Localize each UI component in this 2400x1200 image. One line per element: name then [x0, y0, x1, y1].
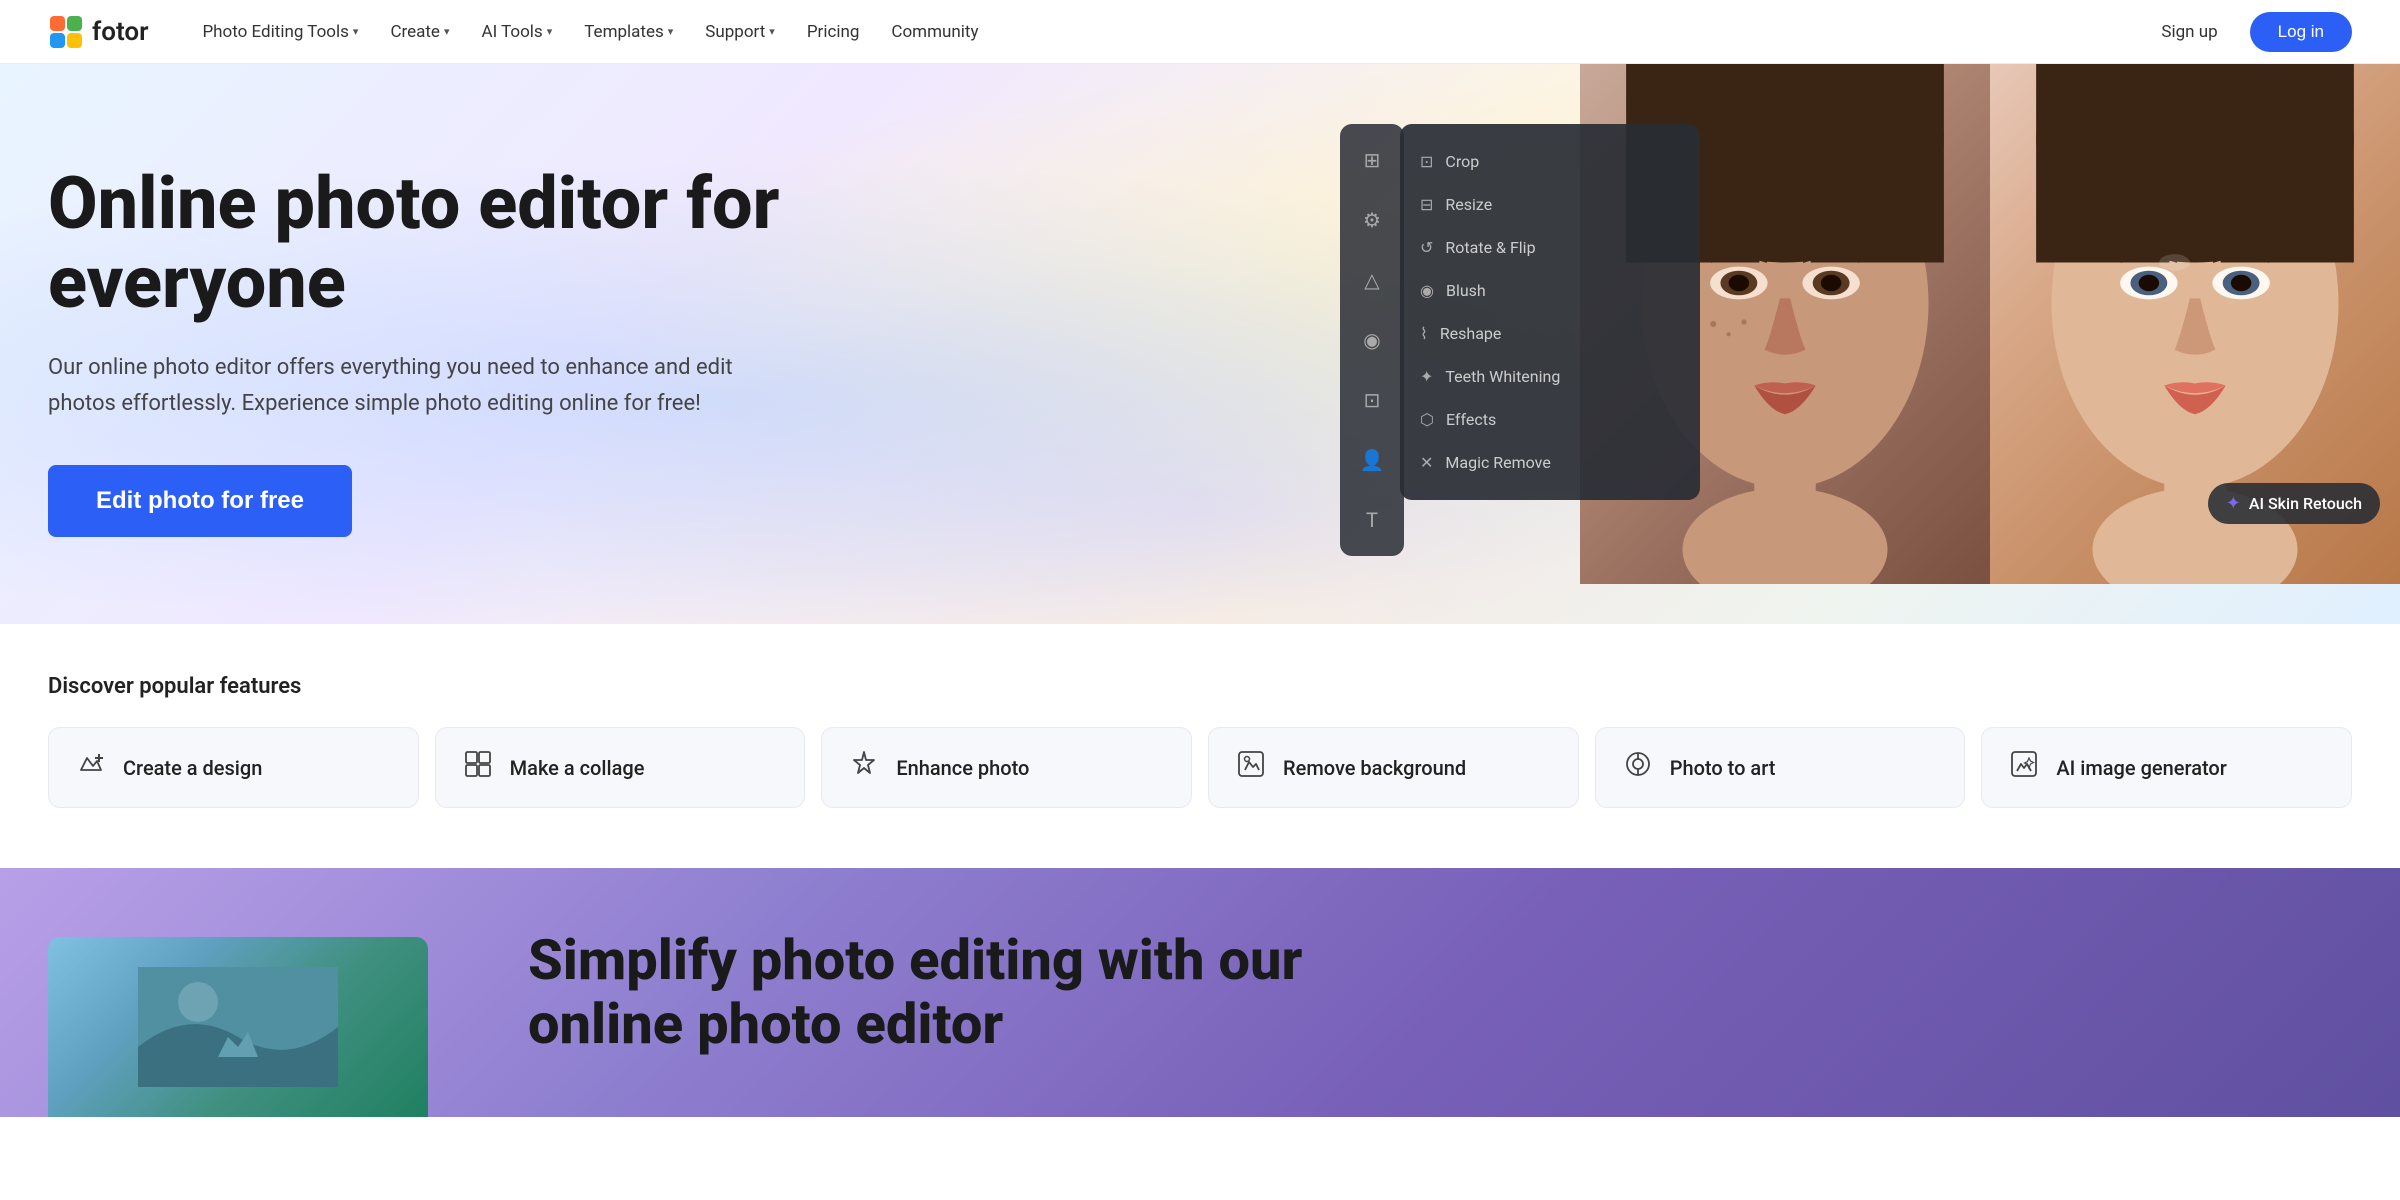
nav-item-photo-editing[interactable]: Photo Editing Tools ▾	[188, 14, 372, 50]
rotate-icon: ↺	[1420, 238, 1433, 257]
hero-editor-preview: ⊞ ⚙ △ ◉ ⊡ 👤 T ⊡ Crop ⊟ Resize ↺ Rotate &…	[1300, 64, 2400, 584]
bottom-image-preview	[48, 937, 428, 1117]
login-button[interactable]: Log in	[2250, 12, 2352, 52]
feature-label-create-design: Create a design	[123, 756, 262, 780]
menu-item-magic-remove[interactable]: ✕ Magic Remove	[1400, 441, 1700, 484]
feature-label-remove-bg: Remove background	[1283, 756, 1466, 780]
menu-item-blush[interactable]: ◉ Blush	[1400, 269, 1700, 312]
feature-card-enhance-photo[interactable]: Enhance photo	[821, 727, 1192, 808]
features-title: Discover popular features	[48, 674, 2352, 699]
feature-card-ai-image-gen[interactable]: AI image generator	[1981, 727, 2352, 808]
hero-content: Online photo editor for everyone Our onl…	[48, 144, 948, 537]
sidebar-grid-icon[interactable]: ⊞	[1352, 140, 1392, 180]
fotor-logo-icon	[48, 14, 84, 50]
ai-star-icon: ✦	[2226, 493, 2241, 514]
nav-links: Photo Editing Tools ▾ Create ▾ AI Tools …	[188, 14, 2145, 50]
preview-image-svg	[138, 967, 338, 1087]
hero-subtitle: Our online photo editor offers everythin…	[48, 350, 748, 420]
nav-item-pricing[interactable]: Pricing	[793, 14, 874, 50]
chevron-down-icon: ▾	[769, 25, 775, 38]
sidebar-people-icon[interactable]: 👤	[1352, 440, 1392, 480]
ai-image-generator-icon	[2006, 750, 2042, 785]
preview-inner	[48, 937, 428, 1117]
edit-photo-free-button[interactable]: Edit photo for free	[48, 465, 352, 537]
bottom-title: Simplify photo editing with our online p…	[528, 928, 1428, 1057]
nav-right: Sign up Log in	[2145, 12, 2352, 52]
features-section: Discover popular features Create a desig…	[0, 624, 2400, 868]
menu-item-resize[interactable]: ⊟ Resize	[1400, 183, 1700, 226]
feature-label-enhance-photo: Enhance photo	[896, 756, 1029, 780]
sidebar-text-icon[interactable]: T	[1352, 500, 1392, 540]
create-design-icon	[73, 750, 109, 785]
enhance-photo-icon	[846, 750, 882, 785]
nav-item-community[interactable]: Community	[877, 14, 992, 50]
menu-item-rotate[interactable]: ↺ Rotate & Flip	[1400, 226, 1700, 269]
signup-button[interactable]: Sign up	[2145, 14, 2233, 50]
nav-item-templates[interactable]: Templates ▾	[570, 14, 687, 50]
hero-section: Online photo editor for everyone Our onl…	[0, 64, 2400, 624]
navbar: fotor Photo Editing Tools ▾ Create ▾ AI …	[0, 0, 2400, 64]
chevron-down-icon: ▾	[444, 25, 450, 38]
crop-icon: ⊡	[1420, 152, 1433, 171]
hero-title: Online photo editor for everyone	[48, 164, 948, 322]
blush-icon: ◉	[1420, 281, 1434, 300]
sidebar-shape-icon[interactable]: ⊡	[1352, 380, 1392, 420]
chevron-down-icon: ▾	[547, 25, 553, 38]
features-grid: Create a design Make a collage Enhance p…	[48, 727, 2352, 808]
editor-menu-panel: ⊡ Crop ⊟ Resize ↺ Rotate & Flip ◉ Blush …	[1400, 124, 1700, 500]
menu-item-teeth[interactable]: ✦ Teeth Whitening	[1400, 355, 1700, 398]
ai-skin-retouch-badge: ✦ AI Skin Retouch	[2208, 483, 2380, 524]
feature-card-make-collage[interactable]: Make a collage	[435, 727, 806, 808]
feature-card-remove-bg[interactable]: Remove background	[1208, 727, 1579, 808]
chevron-down-icon: ▾	[668, 25, 674, 38]
feature-card-create-design[interactable]: Create a design	[48, 727, 419, 808]
sidebar-adjust-icon[interactable]: ⚙	[1352, 200, 1392, 240]
menu-item-effects[interactable]: ⬡ Effects	[1400, 398, 1700, 441]
effects-icon: ⬡	[1420, 410, 1434, 429]
sidebar-eye-icon[interactable]: ◉	[1352, 320, 1392, 360]
bottom-content: Simplify photo editing with our online p…	[528, 928, 1428, 1057]
logo[interactable]: fotor	[48, 14, 148, 50]
nav-item-create[interactable]: Create ▾	[376, 14, 463, 50]
nav-item-support[interactable]: Support ▾	[691, 14, 789, 50]
feature-label-make-collage: Make a collage	[510, 756, 645, 780]
logo-text: fotor	[92, 17, 148, 47]
nav-item-ai-tools[interactable]: AI Tools ▾	[467, 14, 566, 50]
bottom-section: Simplify photo editing with our online p…	[0, 868, 2400, 1117]
portrait-photo: ✦ AI Skin Retouch	[1580, 64, 2400, 584]
reshape-icon: ⌇	[1420, 324, 1428, 343]
resize-icon: ⊟	[1420, 195, 1433, 214]
chevron-down-icon: ▾	[353, 25, 359, 38]
menu-item-reshape[interactable]: ⌇ Reshape	[1400, 312, 1700, 355]
feature-label-photo-to-art: Photo to art	[1670, 756, 1776, 780]
remove-background-icon	[1233, 750, 1269, 785]
menu-item-crop[interactable]: ⊡ Crop	[1400, 140, 1700, 183]
magic-remove-icon: ✕	[1420, 453, 1433, 472]
feature-card-photo-to-art[interactable]: Photo to art	[1595, 727, 1966, 808]
photo-to-art-icon	[1620, 750, 1656, 785]
sidebar-filter-icon[interactable]: △	[1352, 260, 1392, 300]
make-collage-icon	[460, 750, 496, 785]
teeth-icon: ✦	[1420, 367, 1433, 386]
feature-label-ai-image-gen: AI image generator	[2056, 756, 2226, 780]
editor-sidebar: ⊞ ⚙ △ ◉ ⊡ 👤 T	[1340, 124, 1404, 556]
